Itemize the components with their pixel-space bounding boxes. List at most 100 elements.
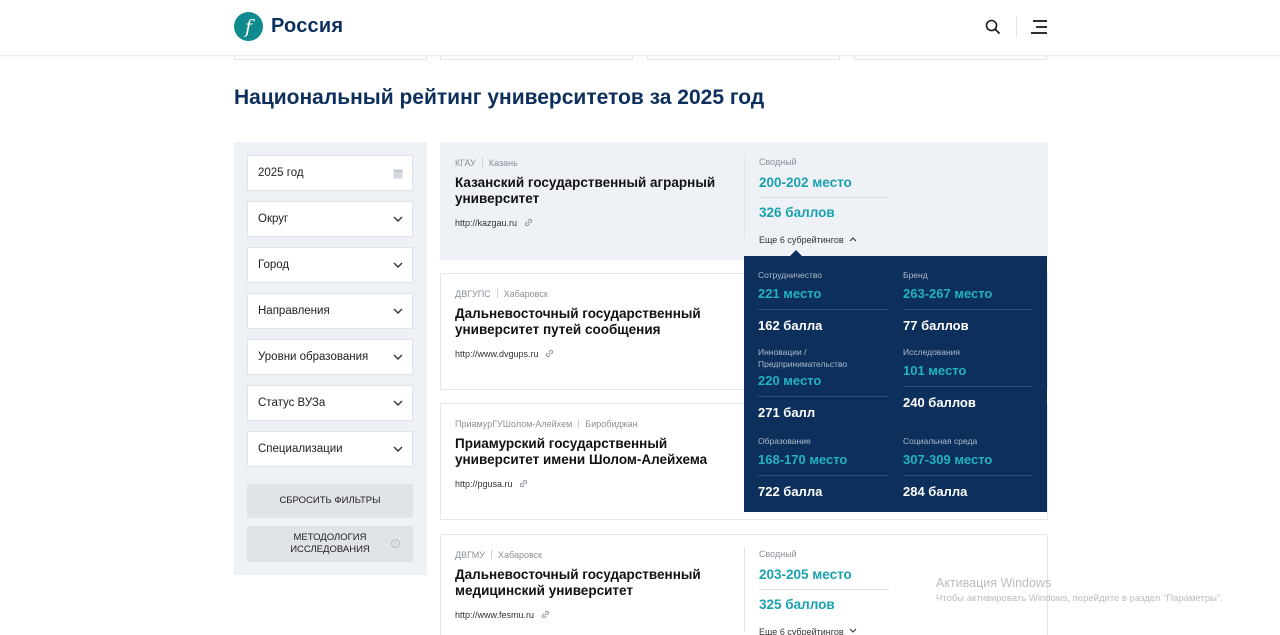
filter-university-status-label: Статус ВУЗа xyxy=(258,397,326,409)
filter-district[interactable]: Округ xyxy=(247,201,413,237)
university-url: http://pgusa.ru xyxy=(455,479,513,489)
methodology-button[interactable]: МЕТОДОЛОГИЯ ИССЛЕДОВАНИЯ i xyxy=(247,526,413,562)
search-icon[interactable] xyxy=(984,18,1002,36)
filter-district-label: Округ xyxy=(258,213,289,225)
chevron-up-icon xyxy=(849,237,857,242)
subrating-item: Сотрудничество 221 место 162 балла xyxy=(758,269,888,333)
university-abbr: ДВГУПС xyxy=(455,289,491,299)
card-divider xyxy=(744,155,745,239)
subrating-points: 162 балла xyxy=(758,318,823,333)
reset-filters-button[interactable]: СБРОСИТЬ ФИЛЬТРЫ xyxy=(247,484,413,518)
summary-divider xyxy=(759,197,889,198)
subrating-item: Исследования 101 место 240 баллов xyxy=(903,346,1033,410)
subrating-place: 263-267 место xyxy=(903,286,993,301)
popup-caret xyxy=(790,250,802,256)
chevron-down-icon xyxy=(393,262,403,268)
reset-filters-label: СБРОСИТЬ ФИЛЬТРЫ xyxy=(279,495,381,506)
subrating-divider xyxy=(903,475,1033,476)
logo-mark-icon: f xyxy=(234,12,263,41)
subratings-popup: Сотрудничество 221 место 162 балла Бренд… xyxy=(744,250,1047,512)
university-name[interactable]: Дальневосточный государственный универси… xyxy=(455,306,745,338)
university-link[interactable]: http://kazgau.ru xyxy=(455,218,533,228)
subrating-divider xyxy=(758,309,888,310)
university-url: http://www.fesmu.ru xyxy=(455,610,535,620)
subrating-divider xyxy=(903,309,1033,310)
subrating-place: 168-170 место xyxy=(758,452,848,467)
subrating-label: Инновации / Предпринимательство xyxy=(758,347,848,369)
subrating-points: 722 балла xyxy=(758,484,823,499)
header-divider xyxy=(1016,16,1017,38)
university-meta: ПриамурГУШолом-Алейхем Биробиджан xyxy=(455,419,638,429)
subratings-toggle-label: Еще 6 субрейтингов xyxy=(759,627,844,635)
university-abbr: ДВГМУ xyxy=(455,550,485,560)
filters-panel: 2025 год Округ Город Направления Уровни … xyxy=(234,142,427,575)
subrating-item: Социальная среда 307-309 место 284 балла xyxy=(903,435,1033,499)
subrating-place: 220 место xyxy=(758,373,822,388)
university-link[interactable]: http://www.fesmu.ru xyxy=(455,610,550,620)
site-logo[interactable]: f Россия xyxy=(234,12,343,41)
university-abbr: КГАУ xyxy=(455,158,476,168)
link-icon xyxy=(546,349,554,358)
summary-place: 203-205 место xyxy=(759,567,852,582)
subrating-label: Бренд xyxy=(903,270,928,280)
subrating-points: 77 баллов xyxy=(903,318,969,333)
summary-place: 200-202 место xyxy=(759,175,852,190)
chevron-down-icon xyxy=(393,446,403,452)
scrolled-card-edge xyxy=(854,56,1047,60)
university-card: КГАУ Казань Казанский государственный агр… xyxy=(440,142,1048,260)
scrolled-card-edge xyxy=(440,56,633,60)
chevron-down-icon xyxy=(393,354,403,360)
university-link[interactable]: http://www.dvgups.ru xyxy=(455,349,554,359)
year-field[interactable]: 2025 год xyxy=(247,155,413,191)
subrating-place: 101 место xyxy=(903,363,967,378)
university-meta: КГАУ Казань xyxy=(455,158,518,168)
filter-university-status[interactable]: Статус ВУЗа xyxy=(247,385,413,421)
university-card: ДВГМУ Хабаровск Дальневосточный государст… xyxy=(440,534,1048,635)
link-icon xyxy=(524,218,532,227)
subrating-label: Исследования xyxy=(903,347,960,357)
subrating-place: 221 место xyxy=(758,286,822,301)
year-field-value: 2025 год xyxy=(258,167,304,179)
meta-separator xyxy=(490,550,492,559)
filter-education-levels[interactable]: Уровни образования xyxy=(247,339,413,375)
subratings-toggle[interactable]: Еще 6 субрейтингов xyxy=(759,627,857,635)
university-city: Казань xyxy=(488,158,518,168)
subrating-divider xyxy=(903,386,1033,387)
meta-separator xyxy=(578,419,580,428)
chevron-down-icon xyxy=(393,400,403,406)
university-city: Хабаровск xyxy=(497,550,543,560)
filter-city[interactable]: Город xyxy=(247,247,413,283)
filter-education-levels-label: Уровни образования xyxy=(258,351,369,363)
scrolled-card-edge xyxy=(647,56,840,60)
subrating-divider xyxy=(758,396,888,397)
logo-text: Россия xyxy=(271,15,344,37)
subrating-place: 307-309 место xyxy=(903,452,993,467)
card-divider xyxy=(744,547,745,631)
subrating-divider xyxy=(758,475,888,476)
menu-icon[interactable] xyxy=(1030,19,1048,35)
link-icon xyxy=(520,479,528,488)
summary-label: Сводный xyxy=(759,549,797,559)
university-meta: ДВГУПС Хабаровск xyxy=(455,289,548,299)
subrating-item: Инновации / Предпринимательство 220 мест… xyxy=(758,346,888,420)
subratings-toggle-label: Еще 6 субрейтингов xyxy=(759,235,844,245)
university-link[interactable]: http://pgusa.ru xyxy=(455,479,528,489)
subrating-item: Образование 168-170 место 722 балла xyxy=(758,435,888,499)
scrolled-card-edge xyxy=(234,56,427,60)
university-name[interactable]: Казанский государственный аграрный униве… xyxy=(455,175,745,207)
subrating-points: 240 баллов xyxy=(903,395,976,410)
subrating-label: Социальная среда xyxy=(903,436,978,446)
filter-directions[interactable]: Направления xyxy=(247,293,413,329)
university-name[interactable]: Дальневосточный государственный медицинс… xyxy=(455,567,745,599)
university-url: http://www.dvgups.ru xyxy=(455,349,539,359)
subrating-points: 271 балл xyxy=(758,405,816,420)
university-meta: ДВГМУ Хабаровск xyxy=(455,550,542,560)
methodology-label-line2: ИССЛЕДОВАНИЯ xyxy=(290,544,370,555)
filter-specializations[interactable]: Специализации xyxy=(247,431,413,467)
filter-specializations-label: Специализации xyxy=(258,443,343,455)
university-name[interactable]: Приамурский государственный университет … xyxy=(455,436,745,468)
summary-points: 325 баллов xyxy=(759,597,835,612)
chevron-down-icon xyxy=(393,308,403,314)
subratings-toggle[interactable]: Еще 6 субрейтингов xyxy=(759,235,857,245)
university-url: http://kazgau.ru xyxy=(455,218,518,228)
